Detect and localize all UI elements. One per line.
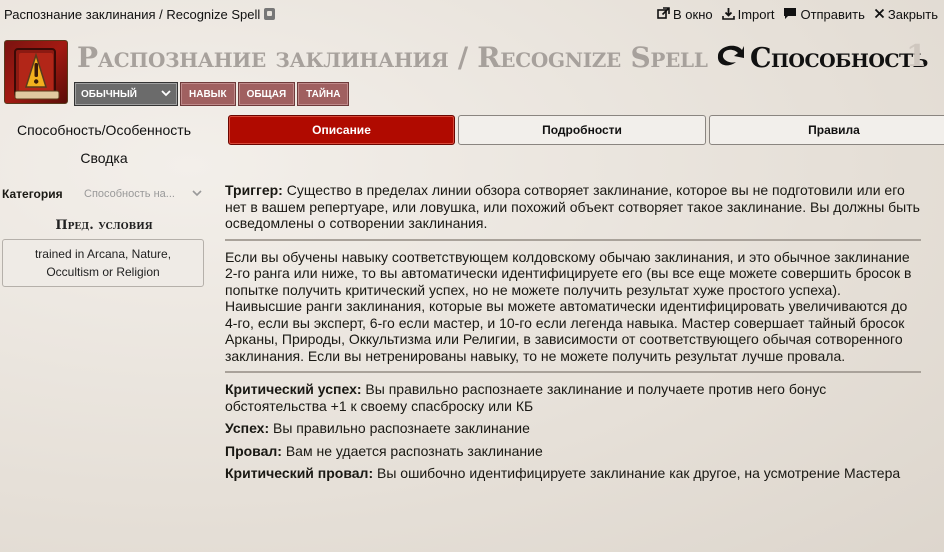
sidebar-tab-summary[interactable]: Сводка: [0, 150, 208, 172]
outcome-label: Критический провал:: [225, 465, 374, 481]
category-label: Категория: [2, 187, 63, 201]
category-value: Способность на...: [84, 188, 175, 200]
outcome-text: Вы правильно распознаете заклинание: [269, 420, 530, 436]
feat-image[interactable]: [4, 40, 68, 104]
window-actions: В окно Import Отправить Закрыть: [657, 7, 938, 22]
outcome-text: Вам не удается распознать заклинание: [281, 442, 543, 459]
book-icon[interactable]: [264, 8, 276, 20]
rarity-select[interactable]: Обычный: [74, 82, 178, 106]
prerequisites-title: Пред. условия: [55, 218, 153, 233]
outcome-text: Вы ошибочно идентифицируете заклинание к…: [373, 465, 901, 481]
popout-label: В окно: [673, 6, 713, 22]
outcome-label: Успех:: [225, 420, 270, 436]
close-label: Закрыть: [887, 6, 938, 22]
divider: [225, 238, 921, 241]
window-titlebar: Распознание заклинания / Recognize Spell…: [0, 0, 944, 28]
chevron-down-icon: [192, 188, 202, 200]
window-title: Распознание заклинания / Recognize Spell: [4, 6, 261, 22]
trigger-text: Существо в пределах линии обзора сотворя…: [225, 182, 920, 231]
traits-row: Обычный Навык Общая Тайна: [74, 82, 350, 106]
sheet-tabs: Описание Подробности Правила: [228, 115, 944, 145]
outcome-critical-success: Критический успех: Вы правильно распозна…: [225, 381, 921, 414]
description-content: Триггер: Существо в пределах линии обзор…: [225, 182, 921, 488]
tab-rules[interactable]: Правила: [709, 115, 944, 145]
category-row: Категория Способность на...: [0, 182, 208, 206]
sidebar: Способность/Особенность Сводка Категория…: [0, 116, 208, 287]
comment-icon: [783, 7, 797, 22]
trait-tag-general[interactable]: Общая: [237, 82, 296, 106]
reaction-icon: [714, 40, 746, 77]
close-icon: [874, 8, 885, 21]
send-label: Отправить: [800, 6, 865, 22]
rarity-value: Обычный: [81, 88, 137, 100]
action-type-label: Способность: [750, 43, 928, 74]
level-input[interactable]: 1: [906, 39, 927, 74]
trigger-label: Триггер:: [225, 182, 283, 198]
trait-tag-skill[interactable]: Навык: [180, 82, 236, 106]
popout-button[interactable]: В окно: [657, 7, 713, 22]
download-icon: [721, 7, 735, 22]
send-to-chat-button[interactable]: Отправить: [783, 6, 865, 22]
warning-book-icon: [14, 48, 60, 100]
import-button[interactable]: Import: [721, 6, 775, 22]
outcome-critical-failure: Критический провал: Вы ошибочно идентифи…: [225, 465, 921, 482]
chevron-down-icon: [161, 89, 171, 100]
tab-details[interactable]: Подробности: [458, 115, 706, 145]
close-button[interactable]: Закрыть: [874, 7, 938, 22]
window-title-area: Распознание заклинания / Recognize Spell: [4, 6, 276, 22]
import-label: Import: [737, 6, 775, 22]
outcome-label: Критический успех:: [225, 381, 362, 397]
item-name[interactable]: Распознание заклинания / Recognize Spell: [77, 41, 708, 74]
outcome-success: Успех: Вы правильно распознаете заклинан…: [225, 420, 921, 437]
prerequisites-value[interactable]: trained in Arcana, Nature, Occultism or …: [2, 239, 204, 287]
outcome-failure: Провал: Вам не удается распознать заклин…: [225, 443, 921, 460]
external-window-icon: [657, 6, 670, 22]
trigger-paragraph: Триггер: Существо в пределах линии обзор…: [225, 182, 921, 232]
trait-tag-secret[interactable]: Тайна: [297, 82, 350, 106]
divider: [225, 371, 921, 373]
category-select[interactable]: Способность на...: [80, 182, 206, 206]
sheet-header: Распознание заклинания / Recognize Spell…: [0, 36, 944, 110]
outcome-label: Провал:: [225, 442, 282, 459]
item-type-label: Способность/Особенность: [17, 122, 191, 138]
main-paragraph: Если вы обучены навыку соответствующем к…: [225, 248, 912, 364]
action-type: Способность: [714, 40, 928, 77]
tab-description[interactable]: Описание: [228, 115, 455, 145]
